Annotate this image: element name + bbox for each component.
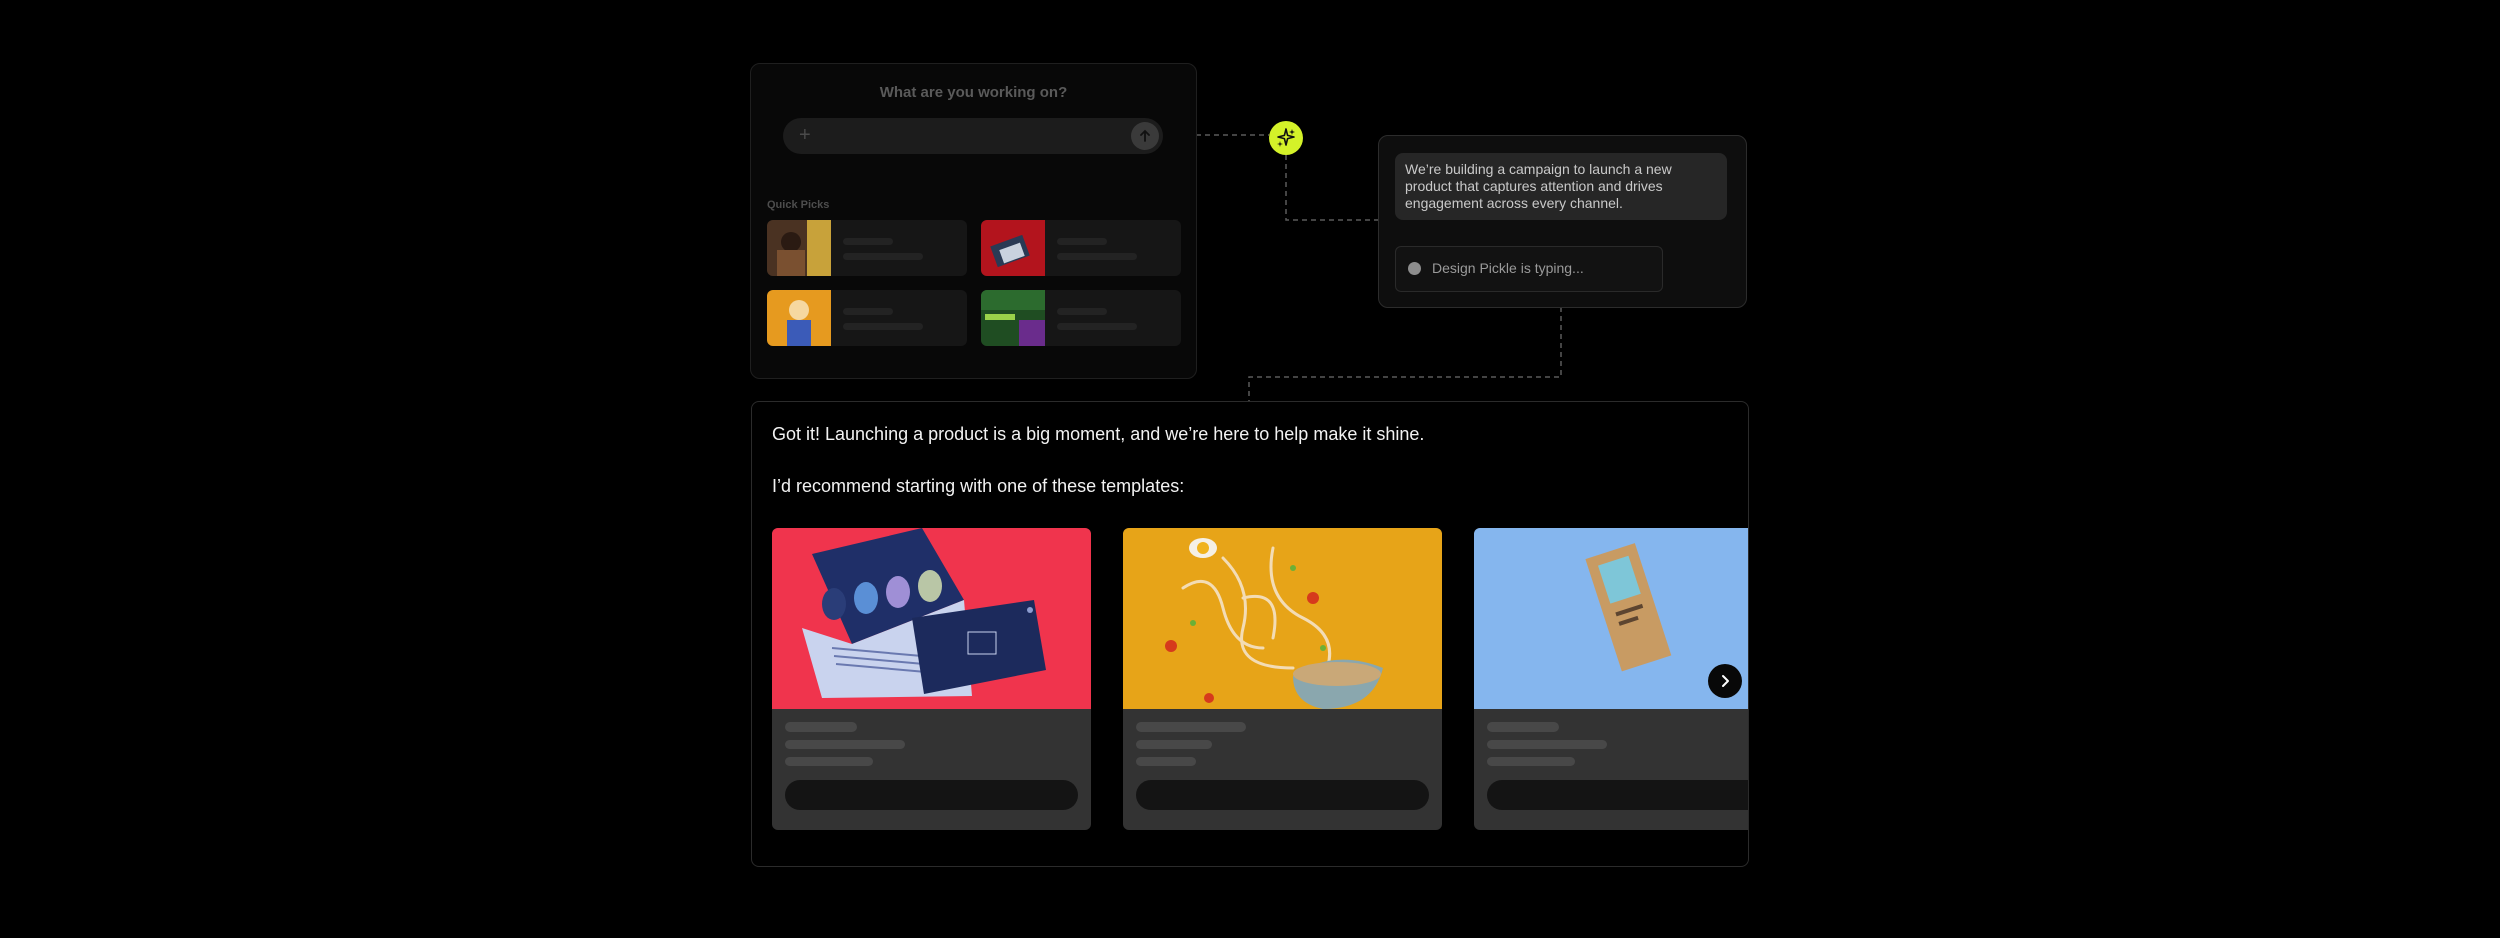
prompt-title: What are you working on?	[879, 84, 1068, 101]
typing-text: Design Pickle is typing...	[1432, 260, 1584, 276]
chat-panel: We’re building a campaign to launch a ne…	[1378, 135, 1747, 308]
placeholder-bar	[785, 722, 857, 732]
quick-pick-item[interactable]	[981, 220, 1181, 276]
placeholder-bar	[1487, 740, 1607, 749]
placeholder-bar	[843, 308, 893, 315]
placeholder-bar	[843, 323, 923, 330]
placeholder-bar	[1487, 722, 1559, 732]
placeholder-bar	[785, 757, 873, 766]
typing-indicator: Design Pickle is typing...	[1395, 246, 1663, 292]
placeholder-bar	[1057, 308, 1107, 315]
quick-pick-item[interactable]	[767, 290, 967, 346]
chevron-right-icon	[1722, 675, 1729, 687]
placeholder-bar	[1057, 238, 1107, 245]
photo-thumbnail	[981, 220, 1045, 276]
photo-thumbnail	[767, 220, 831, 276]
placeholder-bar	[1136, 722, 1246, 732]
photo-thumbnail	[767, 290, 831, 346]
template-card[interactable]	[1123, 528, 1442, 830]
next-button[interactable]	[1708, 664, 1742, 698]
placeholder-bar	[1057, 253, 1137, 260]
user-message: We’re building a campaign to launch a ne…	[1395, 153, 1727, 220]
template-cta-button[interactable]	[1136, 780, 1429, 810]
typing-dot	[1408, 262, 1421, 275]
placeholder-bar	[1487, 757, 1575, 766]
response-line-2: I’d recommend starting with one of these…	[772, 476, 1185, 496]
template-cta-button[interactable]	[785, 780, 1078, 810]
template-image	[1123, 528, 1442, 709]
sparkle-icon	[1277, 128, 1295, 147]
response-panel: Got it! Launching a product is a big mom…	[751, 401, 1749, 867]
quick-pick-item[interactable]	[767, 220, 967, 276]
plus-icon[interactable]: +	[799, 124, 811, 146]
response-line-1: Got it! Launching a product is a big mom…	[772, 424, 1425, 444]
placeholder-bar	[1136, 740, 1212, 749]
arrow-up-icon	[1140, 129, 1150, 142]
photo-thumbnail	[981, 290, 1045, 346]
placeholder-bar	[1136, 757, 1196, 766]
sparkle-node	[1269, 121, 1303, 155]
placeholder-bar	[785, 740, 905, 749]
quick-picks-label: Quick Picks	[767, 199, 830, 211]
placeholder-bar	[1057, 323, 1137, 330]
placeholder-bar	[843, 238, 893, 245]
template-card[interactable]	[772, 528, 1091, 830]
quick-pick-item[interactable]	[981, 290, 1181, 346]
template-image	[772, 528, 1091, 709]
send-button[interactable]	[1131, 122, 1159, 150]
template-cta-button[interactable]	[1487, 780, 1748, 810]
placeholder-bar	[843, 253, 923, 260]
prompt-input[interactable]: +	[783, 118, 1163, 154]
prompt-panel: What are you working on? + Quick Picks	[750, 63, 1197, 379]
